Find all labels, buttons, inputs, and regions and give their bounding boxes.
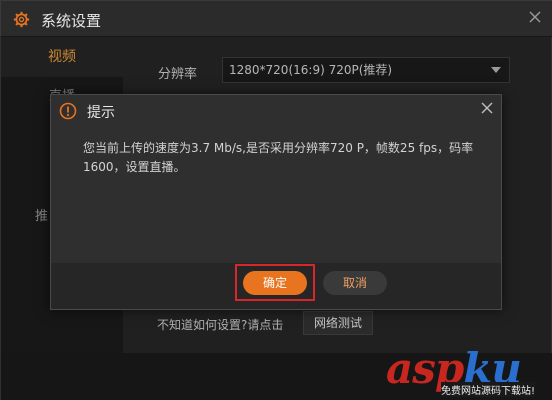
dialog-message: 您当前上传的速度为3.7 Mb/s,是否采用分辨率720 P，帧数25 fps，… bbox=[83, 141, 474, 174]
window-title: 系统设置 bbox=[41, 12, 102, 30]
dialog-title: 提示 bbox=[87, 105, 115, 121]
cancel-button[interactable]: 取消 bbox=[323, 271, 387, 295]
warning-icon bbox=[59, 102, 77, 120]
close-icon[interactable] bbox=[479, 100, 495, 116]
gear-icon bbox=[13, 11, 30, 28]
confirm-button[interactable]: 确定 bbox=[243, 271, 307, 295]
close-icon[interactable] bbox=[527, 9, 543, 25]
title-bar: 系统设置 bbox=[1, 1, 552, 37]
dialog-header: 提示 bbox=[51, 95, 501, 127]
watermark-subtitle: 免费网站源码下载站! bbox=[441, 382, 536, 397]
